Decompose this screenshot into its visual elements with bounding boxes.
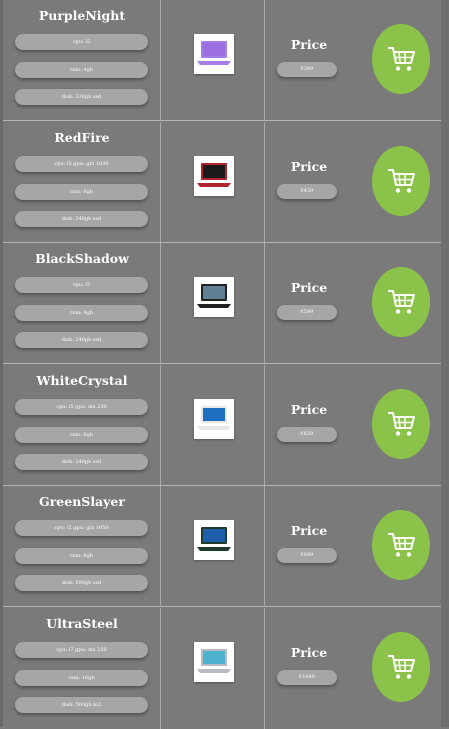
product-specs-column: UltraSteel cpu: i7 gpu: mx 250 ram: 16gb… bbox=[3, 608, 161, 729]
product-name: UltraSteel bbox=[46, 616, 118, 631]
shopping-cart-icon bbox=[388, 412, 415, 436]
add-to-cart-button[interactable] bbox=[372, 389, 430, 459]
product-price-column: Price €899 bbox=[265, 486, 441, 606]
spec-cpu-pill: cpu: i5 gpu: gtx 1050 bbox=[15, 520, 148, 536]
product-specs-column: BlackShadow cpu: i5 ram: 4gb disk: 240gb… bbox=[3, 243, 161, 363]
price-label: Price bbox=[290, 280, 328, 295]
shopping-cart-icon bbox=[388, 47, 415, 71]
price-value-pill: €899 bbox=[277, 548, 337, 563]
spec-ram-pill: ram: 8gb bbox=[15, 427, 148, 443]
product-image-column bbox=[161, 365, 265, 485]
add-to-cart-button[interactable] bbox=[372, 24, 430, 94]
add-to-cart-button[interactable] bbox=[372, 146, 430, 216]
product-price-column: Price €399 bbox=[265, 0, 441, 120]
product-thumbnail[interactable] bbox=[194, 642, 234, 682]
price-value-pill: €1049 bbox=[277, 670, 337, 685]
product-price-column: Price €459 bbox=[265, 122, 441, 242]
spec-ram-pill: ram: 8gb bbox=[15, 184, 148, 200]
product-price-column: Price €629 bbox=[265, 365, 441, 485]
product-specs-column: GreenSlayer cpu: i5 gpu: gtx 1050 ram: 8… bbox=[3, 486, 161, 606]
spec-disk-pill: disk: 500gb ssd bbox=[15, 575, 148, 591]
spec-cpu-pill: cpu: i5 gpu: gtx 1030 bbox=[15, 156, 148, 172]
laptop-red-icon bbox=[197, 163, 231, 187]
shopping-cart-icon bbox=[388, 655, 415, 679]
spec-disk-pill: disk: 320gb ssd bbox=[15, 89, 148, 105]
product-specs-column: RedFire cpu: i5 gpu: gtx 1030 ram: 8gb d… bbox=[3, 122, 161, 242]
spec-cpu-pill: cpu: i5 bbox=[15, 34, 148, 50]
product-price-column: Price €599 bbox=[265, 243, 441, 363]
laptop-steel-icon bbox=[197, 649, 231, 673]
product-thumbnail[interactable] bbox=[194, 34, 234, 74]
product-row: GreenSlayer cpu: i5 gpu: gtx 1050 ram: 8… bbox=[3, 486, 441, 607]
laptop-purple-icon bbox=[197, 41, 231, 65]
price-label: Price bbox=[290, 645, 328, 660]
spec-cpu-pill: cpu: i5 bbox=[15, 277, 148, 293]
spec-ram-pill: ram: 16gb bbox=[15, 670, 148, 686]
product-thumbnail[interactable] bbox=[194, 156, 234, 196]
spec-disk-pill: disk: 500gb m2 bbox=[15, 697, 148, 713]
spec-ram-pill: ram: 4gb bbox=[15, 62, 148, 78]
spec-ram-pill: ram: 4gb bbox=[15, 305, 148, 321]
product-name: RedFire bbox=[54, 130, 110, 145]
spec-cpu-pill: cpu: i5 gpu: mx 230 bbox=[15, 399, 148, 415]
add-to-cart-button[interactable] bbox=[372, 510, 430, 580]
product-specs-column: WhiteCrystal cpu: i5 gpu: mx 230 ram: 8g… bbox=[3, 365, 161, 485]
product-thumbnail[interactable] bbox=[194, 277, 234, 317]
product-specs-column: PurpleNight cpu: i5 ram: 4gb disk: 320gb… bbox=[3, 0, 161, 120]
add-to-cart-button[interactable] bbox=[372, 632, 430, 702]
product-image-column bbox=[161, 486, 265, 606]
laptop-white-icon bbox=[197, 406, 231, 430]
right-scroll-edge[interactable] bbox=[441, 0, 449, 727]
spec-ram-pill: ram: 8gb bbox=[15, 548, 148, 564]
product-list-page: PurpleNight cpu: i5 ram: 4gb disk: 320gb… bbox=[0, 0, 449, 729]
spec-disk-pill: disk: 240gb ssd bbox=[15, 211, 148, 227]
product-name: WhiteCrystal bbox=[36, 373, 128, 388]
price-label: Price bbox=[290, 402, 328, 417]
price-value-pill: €459 bbox=[277, 184, 337, 199]
product-name: PurpleNight bbox=[38, 8, 126, 23]
price-value-pill: €599 bbox=[277, 305, 337, 320]
spec-disk-pill: disk: 240gb ssd bbox=[15, 454, 148, 470]
product-image-column bbox=[161, 122, 265, 242]
shopping-cart-icon bbox=[388, 169, 415, 193]
price-label: Price bbox=[290, 159, 328, 174]
add-to-cart-button[interactable] bbox=[372, 267, 430, 337]
shopping-cart-icon bbox=[388, 533, 415, 557]
spec-disk-pill: disk: 240gb ssd bbox=[15, 332, 148, 348]
product-name: BlackShadow bbox=[35, 251, 129, 266]
product-row: BlackShadow cpu: i5 ram: 4gb disk: 240gb… bbox=[3, 243, 441, 364]
product-row: PurpleNight cpu: i5 ram: 4gb disk: 320gb… bbox=[3, 0, 441, 121]
product-row: RedFire cpu: i5 gpu: gtx 1030 ram: 8gb d… bbox=[3, 122, 441, 243]
product-row: UltraSteel cpu: i7 gpu: mx 250 ram: 16gb… bbox=[3, 608, 441, 729]
product-row: WhiteCrystal cpu: i5 gpu: mx 230 ram: 8g… bbox=[3, 365, 441, 486]
product-image-column bbox=[161, 608, 265, 729]
product-image-column bbox=[161, 243, 265, 363]
price-label: Price bbox=[290, 37, 328, 52]
product-thumbnail[interactable] bbox=[194, 399, 234, 439]
spec-cpu-pill: cpu: i7 gpu: mx 250 bbox=[15, 642, 148, 658]
price-label: Price bbox=[290, 523, 328, 538]
price-value-pill: €629 bbox=[277, 427, 337, 442]
laptop-black-icon bbox=[197, 284, 231, 308]
product-price-column: Price €1049 bbox=[265, 608, 441, 729]
product-image-column bbox=[161, 0, 265, 120]
product-thumbnail[interactable] bbox=[194, 520, 234, 560]
price-value-pill: €399 bbox=[277, 62, 337, 77]
product-name: GreenSlayer bbox=[39, 494, 125, 509]
laptop-green-icon bbox=[197, 527, 231, 551]
shopping-cart-icon bbox=[388, 290, 415, 314]
